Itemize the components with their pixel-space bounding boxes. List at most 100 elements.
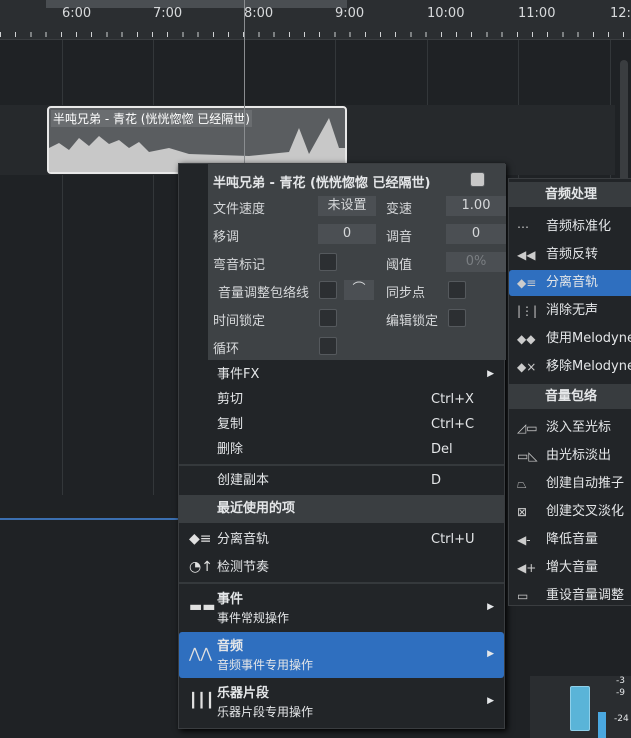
volume-envelope-header: 音量包络 [509, 384, 631, 409]
submenu-arrow-icon: ▶ [487, 602, 494, 612]
transpose-field[interactable]: 0 [318, 224, 376, 244]
menu-item-event-fx[interactable]: 事件FX ▶ [179, 362, 504, 387]
envelope-checkbox[interactable] [319, 281, 337, 299]
menu-item-duplicate[interactable]: 创建副本 D [179, 468, 504, 493]
event-inspector: 半吨兄弟 - 青花 (恍恍惚惚 已经隔世) 文件速度 未设置 变速 1.00 移… [208, 164, 506, 360]
submenu-item[interactable]: |⋮| 消除无声 [509, 298, 631, 324]
tick-label: 6:00 [62, 6, 92, 21]
submenu-item[interactable]: ▭ 重设音量调整 [509, 583, 631, 609]
envelope-label: 音量调整包络线 [218, 286, 310, 301]
strip-silence-icon: |⋮| [517, 304, 538, 318]
submenu-item[interactable]: ◿▭ 淡入至光标 [509, 415, 631, 441]
submenu-item[interactable]: ◀- 降低音量 [509, 527, 631, 553]
shortcut: Del [431, 442, 453, 457]
submenu-label: 降低音量 [546, 532, 599, 547]
tick-label: 9:00 [335, 6, 365, 21]
submenu-item[interactable]: ⏢ 创建自动推子 [509, 471, 631, 497]
volume-down-icon: ◀- [517, 533, 531, 547]
tick-label: 8:00 [244, 6, 274, 21]
submenu-label: 创建交叉淡化 [546, 504, 625, 519]
submenu-label: 音频反转 [546, 247, 599, 262]
submenu-label: 移除Melodyne [546, 359, 631, 374]
shortcut: D [431, 473, 442, 488]
event-icon: ▬▬ [189, 599, 216, 615]
submenu-item[interactable]: ▭◺ 由光标淡出 [509, 443, 631, 469]
submenu-label: 消除无声 [546, 303, 599, 318]
tune-label: 调音 [386, 230, 413, 245]
instrument-icon: ┃┃┃ [189, 693, 215, 709]
meter-label: -9 [616, 688, 625, 698]
submenu-item[interactable]: ◆◆ 使用Melodyne [509, 326, 631, 352]
menu-label: 复制 [217, 417, 244, 432]
submenu-item[interactable]: ◀◀ 音频反转 [509, 242, 631, 268]
submenu-item[interactable]: ◀+ 增大音量 [509, 555, 631, 581]
speed-field[interactable]: 1.00 [446, 196, 506, 216]
threshold-field[interactable]: 0% [446, 252, 506, 272]
envelope-curve-icon[interactable]: ⌒ [344, 280, 374, 300]
audio-processing-header: 音频处理 [509, 182, 631, 207]
submenu-label: 重设音量调整 [546, 588, 625, 603]
menu-separator [179, 464, 504, 466]
meter-label: -24 [614, 714, 629, 724]
split-audio-icon: ◆≡ [189, 531, 212, 547]
reset-envelope-icon: ▭ [517, 589, 529, 603]
menu-label: 创建副本 [217, 473, 270, 488]
menu-sublabel: 乐器片段专用操作 [217, 705, 314, 719]
normalize-icon: ⋯ [517, 220, 529, 234]
track-divider [0, 518, 180, 520]
submenu-label: 分离音轨 [546, 275, 599, 290]
submenu-arrow-icon: ▶ [487, 369, 494, 379]
header-label: 最近使用的项 [217, 501, 296, 516]
submenu-label: 音频标准化 [546, 219, 612, 234]
menu-label: 音频 [217, 639, 244, 654]
meter-label: -3 [616, 676, 625, 686]
menu-item-event[interactable]: ▬▬ 事件事件常规操作 ▶ [179, 585, 504, 631]
menu-item-detect-tempo[interactable]: ◔↑ 检测节奏 [179, 555, 504, 580]
tick-label: 12:0 [610, 6, 631, 21]
submenu-item[interactable]: ⋯ 音频标准化 [509, 214, 631, 240]
threshold-label: 阈值 [386, 258, 413, 273]
tick-label: 11:00 [518, 6, 556, 21]
melodyne-icon: ◆◆ [517, 332, 536, 346]
submenu-item[interactable]: ⊠ 创建交叉淡化 [509, 499, 631, 525]
tick-label: 7:00 [153, 6, 183, 21]
file-tempo-label: 文件速度 [213, 202, 266, 217]
context-menu: 半吨兄弟 - 青花 (恍恍惚惚 已经隔世) 文件速度 未设置 变速 1.00 移… [178, 163, 506, 729]
submenu-arrow-icon: ▶ [487, 696, 494, 706]
menu-item-delete[interactable]: 删除 Del [179, 437, 504, 462]
edit-lock-checkbox[interactable] [448, 309, 466, 327]
time-lock-checkbox[interactable] [319, 309, 337, 327]
shortcut: Ctrl+C [431, 417, 475, 432]
menu-item-split-audio[interactable]: ◆≡ 分离音轨 Ctrl+U [179, 527, 504, 552]
menu-sublabel: 事件常规操作 [217, 611, 290, 625]
transpose-label: 移调 [213, 230, 240, 245]
shortcut: Ctrl+X [431, 392, 474, 407]
timeline-ruler[interactable]: 6:00 7:00 8:00 9:00 10:00 11:00 12:0 [0, 0, 631, 40]
menu-separator [179, 582, 504, 584]
submenu-label: 淡入至光标 [546, 420, 612, 435]
sync-point-label: 同步点 [386, 286, 426, 301]
loop-checkbox[interactable] [319, 337, 337, 355]
bend-markers-label: 弯音标记 [213, 258, 266, 273]
bend-markers-checkbox[interactable] [319, 253, 337, 271]
inspector-close-toggle[interactable] [470, 172, 485, 187]
menu-item-cut[interactable]: 剪切 Ctrl+X [179, 387, 504, 412]
sync-point-checkbox[interactable] [448, 281, 466, 299]
submenu-item[interactable]: ◆≡ 分离音轨 [509, 270, 631, 296]
remove-melodyne-icon: ◆× [517, 360, 537, 374]
volume-fader[interactable] [570, 686, 590, 731]
menu-sublabel: 音频事件专用操作 [217, 658, 314, 672]
mixer-channel: -3 -9 -24 [530, 676, 631, 738]
menu-label: 事件 [217, 592, 244, 607]
submenu-item[interactable]: ◆× 移除Melodyne [509, 354, 631, 380]
submenu-label: 增大音量 [546, 560, 599, 575]
file-tempo-field[interactable]: 未设置 [318, 196, 376, 216]
menu-item-copy[interactable]: 复制 Ctrl+C [179, 412, 504, 437]
menu-item-audio[interactable]: ⋀⋀ 音频 音频事件专用操作 ▶ [179, 632, 504, 678]
time-lock-label: 时间锁定 [213, 314, 266, 329]
tune-field[interactable]: 0 [446, 224, 506, 244]
fade-out-icon: ▭◺ [517, 449, 538, 463]
event-title: 半吨兄弟 - 青花 (恍恍惚惚 已经隔世) [51, 110, 252, 127]
edit-lock-label: 编辑锁定 [386, 314, 439, 329]
menu-item-instrument-part[interactable]: ┃┃┃ 乐器片段 乐器片段专用操作 ▶ [179, 679, 504, 725]
